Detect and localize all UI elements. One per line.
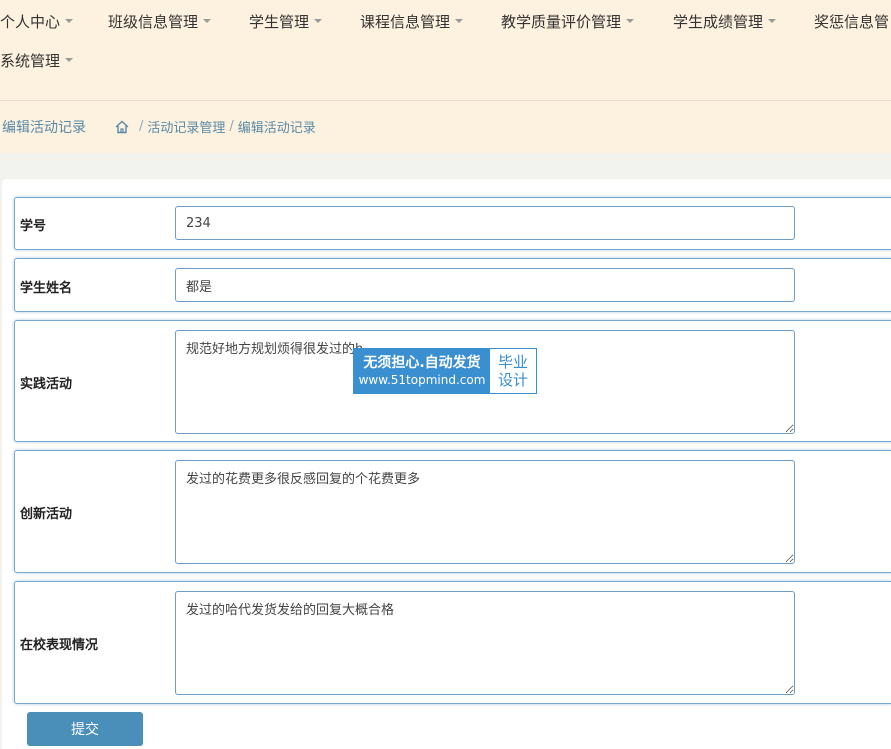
watermark-side-line: 毕业 bbox=[497, 353, 528, 371]
nav-item-label: 学生成绩管理 bbox=[673, 13, 764, 31]
nav-item-label: 奖惩信息管 bbox=[814, 13, 890, 31]
caret-down-icon bbox=[626, 18, 635, 23]
nav-item-course-info[interactable]: 课程信息管理 bbox=[360, 12, 464, 32]
top-nav: 个人中心 班级信息管理 学生管理 课程信息管理 教学质量评价管理 学生成绩管理 … bbox=[0, 0, 891, 101]
caret-down-icon bbox=[314, 18, 323, 23]
practice-label: 实践活动 bbox=[20, 377, 73, 392]
nav-item-label: 教学质量评价管理 bbox=[501, 13, 622, 31]
nav-item-label: 个人中心 bbox=[0, 13, 61, 31]
form-row-student-id: 学号 bbox=[14, 197, 891, 250]
nav-item-label: 班级信息管理 bbox=[108, 13, 199, 31]
caret-down-icon bbox=[203, 18, 212, 23]
student-id-field[interactable] bbox=[175, 206, 795, 240]
breadcrumb-edit-record: 编辑活动记录 bbox=[237, 121, 316, 136]
student-name-label: 学生姓名 bbox=[20, 281, 73, 296]
breadcrumb-activity-records[interactable]: 活动记录管理 bbox=[147, 117, 225, 136]
home-icon[interactable] bbox=[115, 120, 129, 134]
submit-button[interactable]: 提交 bbox=[27, 712, 143, 746]
caret-down-icon bbox=[65, 18, 74, 23]
nav-item-grades[interactable]: 学生成绩管理 bbox=[673, 12, 777, 32]
breadcrumb-separator: / bbox=[139, 119, 144, 134]
nav-item-teaching-evaluation[interactable]: 教学质量评价管理 bbox=[501, 12, 635, 32]
nav-item-class-info[interactable]: 班级信息管理 bbox=[108, 12, 212, 32]
caret-down-icon bbox=[768, 18, 777, 23]
watermark-main-block: 无须担心.自动发货 www.51topmind.com bbox=[354, 349, 490, 393]
breadcrumb: / 活动记录管理 / 编辑活动记录 bbox=[115, 117, 316, 136]
student-id-label: 学号 bbox=[20, 219, 47, 234]
nav-item-rewards[interactable]: 奖惩信息管 bbox=[814, 12, 889, 32]
watermark-main-text: 无须担心.自动发货 bbox=[363, 355, 481, 371]
caret-down-icon bbox=[65, 57, 74, 62]
performance-label: 在校表现情况 bbox=[20, 638, 99, 653]
nav-item-students[interactable]: 学生管理 bbox=[249, 12, 323, 32]
watermark-badge: 无须担心.自动发货 www.51topmind.com 毕业 设计 bbox=[353, 348, 537, 394]
watermark-url: www.51topmind.com bbox=[358, 373, 486, 387]
watermark-side-block: 毕业 设计 bbox=[490, 349, 536, 393]
nav-item-system[interactable]: 系统管理 bbox=[0, 51, 74, 71]
nav-item-label: 课程信息管理 bbox=[360, 13, 451, 31]
page-title: 编辑活动记录 bbox=[2, 120, 86, 136]
performance-textarea[interactable]: 发过的哈代发货发给的回复大概合格 bbox=[175, 591, 795, 695]
form-row-innovation: 创新活动 发过的花费更多很反感回复的个花费更多 bbox=[14, 450, 891, 573]
form-row-performance: 在校表现情况 发过的哈代发货发给的回复大概合格 bbox=[14, 581, 891, 704]
student-name-field[interactable] bbox=[175, 268, 795, 302]
caret-down-icon bbox=[455, 18, 464, 23]
watermark-side-line: 设计 bbox=[497, 371, 528, 389]
nav-item-label: 系统管理 bbox=[0, 52, 61, 70]
nav-item-personal-center[interactable]: 个人中心 bbox=[0, 12, 74, 32]
innovation-textarea[interactable]: 发过的花费更多很反感回复的个花费更多 bbox=[175, 460, 795, 564]
form-row-student-name: 学生姓名 bbox=[14, 258, 891, 312]
breadcrumb-bar: 编辑活动记录 / 活动记录管理 / 编辑活动记录 bbox=[0, 101, 891, 153]
breadcrumb-separator: / bbox=[229, 119, 234, 134]
nav-item-label: 学生管理 bbox=[249, 13, 310, 31]
innovation-label: 创新活动 bbox=[20, 507, 73, 522]
